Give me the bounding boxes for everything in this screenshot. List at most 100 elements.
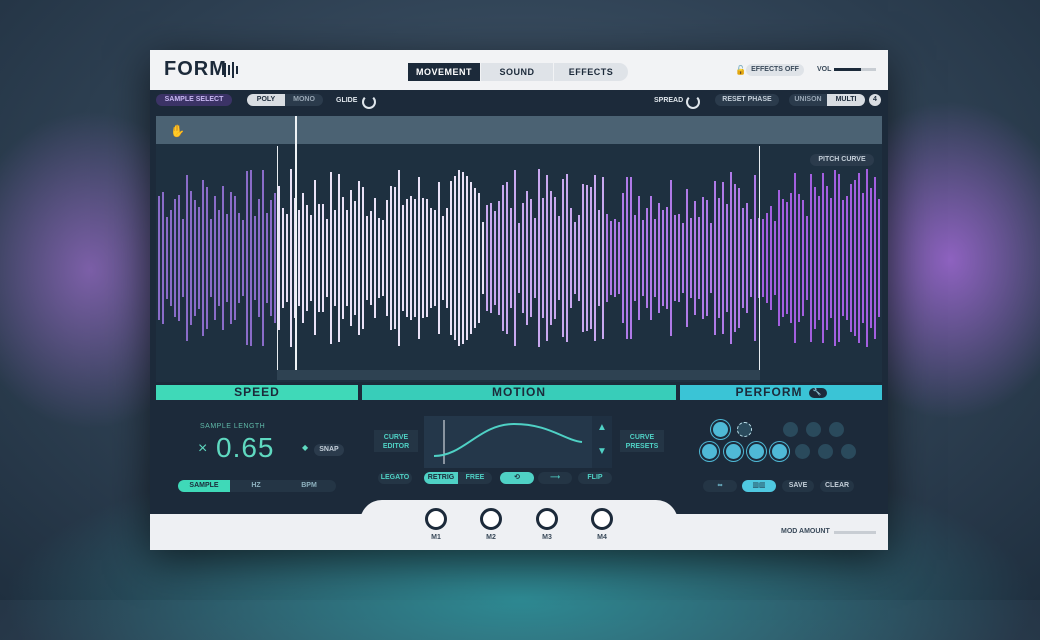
perform-slot-1[interactable] [713,422,728,437]
perform-slot-7[interactable] [726,444,741,459]
waveform-bar [846,195,848,321]
link-icon[interactable]: ∞ [703,480,737,492]
free-button[interactable]: FREE [458,472,492,484]
pitch-curve-button[interactable]: PITCH CURVE [810,154,874,166]
poly-button[interactable]: POLY [247,94,285,106]
scrub-bar[interactable]: ✋ [156,116,882,144]
arrow-right-icon[interactable]: ⟶ [538,472,572,484]
waveform-bar [190,190,192,326]
curve-presets-button[interactable]: CURVE PRESETS [620,430,664,452]
perform-slot-9[interactable] [772,444,787,459]
tab-effects[interactable]: EFFECTS [554,63,628,81]
waveform-bar [878,198,880,318]
perform-slot-8[interactable] [749,444,764,459]
waveform-bar [222,186,224,330]
perform-slot-11[interactable] [818,444,833,459]
perform-slot-2[interactable] [737,422,752,437]
waveform-bar [158,196,160,320]
waveform-bar [210,218,212,298]
clear-button[interactable]: CLEAR [820,480,854,492]
multiplier-sign: × [198,440,208,457]
voice-count-badge[interactable]: 4 [869,94,881,106]
flip-button[interactable]: FLIP [578,472,612,484]
effects-off-button[interactable]: EFFECTS OFF [746,64,804,76]
macro-label-m4: M4 [597,534,607,541]
tab-movement[interactable]: MOVEMENT [408,63,480,81]
waveform-bar [802,199,804,317]
waveform-bar [850,184,852,332]
playhead-cursor[interactable] [295,116,297,370]
chevron-down-icon[interactable]: ▼ [597,446,607,457]
loop-icon[interactable]: ⟲ [500,472,534,484]
perform-slot-12[interactable] [841,444,856,459]
sample-length-label: SAMPLE LENGTH [200,423,266,430]
speed-stepper-icon[interactable]: ◆ [302,443,308,452]
waveform-display[interactable]: ✋ PITCH CURVE [156,116,882,382]
macro-knob-m3[interactable] [536,508,558,530]
legato-button[interactable]: LEGATO [378,472,412,484]
waveform-bar [778,189,780,326]
waveform-bar [166,216,168,300]
mod-amount-label: MOD AMOUNT [781,528,830,535]
waveform-bar [830,197,832,319]
macro-knob-m1[interactable] [425,508,447,530]
wrench-icon[interactable]: 🔧 [808,387,827,398]
mode-hz-button[interactable]: HZ [230,480,282,492]
mod-amount-slider[interactable] [834,531,876,534]
glide-label: GLIDE [336,97,358,104]
waveform-bar [202,180,204,336]
loop-region[interactable] [277,146,760,370]
multi-button[interactable]: MULTI [827,94,865,106]
waveform-bar [858,172,860,344]
spread-label: SPREAD [654,97,684,104]
spread-knob[interactable] [686,95,700,109]
waveform-bar [834,169,836,347]
waveform-bar [182,218,184,298]
waveform-bar [842,200,844,316]
perform-slot-10[interactable] [795,444,810,459]
waveform-bar [854,179,856,337]
reset-phase-button[interactable]: RESET PHASE [715,94,779,106]
waveform-bar [198,207,200,309]
footer-bar [150,514,888,550]
chevron-up-icon[interactable]: ▲ [597,422,607,433]
mono-button[interactable]: MONO [285,94,323,106]
sample-select-button[interactable]: SAMPLE SELECT [156,94,232,106]
speed-value[interactable]: 0.65 [216,432,275,464]
waveform-bar [774,221,776,295]
mode-sample-button[interactable]: SAMPLE [178,480,230,492]
curve-editor-button[interactable]: CURVE EDITOR [374,430,418,452]
perform-slot-4[interactable] [806,422,821,437]
waveform-bar [254,216,256,300]
waveform-bar [838,174,840,342]
waveform-bar [762,219,764,297]
waveform-bar [770,206,772,310]
perform-slot-6[interactable] [702,444,717,459]
snap-button[interactable]: SNAP [314,444,344,456]
lock-icon[interactable]: 🔓 [735,65,746,76]
hand-grab-icon[interactable]: ✋ [170,124,185,138]
vol-label: VOL [817,66,832,73]
perform-slot-3[interactable] [783,422,798,437]
unison-button[interactable]: UNISON [789,94,827,106]
save-button[interactable]: SAVE [782,480,814,492]
tab-sound[interactable]: SOUND [481,63,553,81]
keyboard-icon[interactable]: ▥▥ [742,480,776,492]
waveform-bar [874,177,876,339]
motion-curve-display[interactable] [424,416,592,468]
mode-bpm-button[interactable]: BPM [282,480,336,492]
waveform-bar [814,186,816,330]
glide-knob[interactable] [362,95,376,109]
perform-slot-5[interactable] [829,422,844,437]
waveform-bar [178,195,180,321]
waveform-bar [214,195,216,321]
waveform-bar [866,168,868,348]
macro-knob-m2[interactable] [480,508,502,530]
vol-slider[interactable] [834,68,876,71]
retrig-button[interactable]: RETRIG [424,472,458,484]
loop-region-handle[interactable] [277,370,760,380]
waveform-bar [822,173,824,343]
macro-knob-m4[interactable] [591,508,613,530]
waveform-bar [798,193,800,323]
waveform-bar [230,192,232,324]
